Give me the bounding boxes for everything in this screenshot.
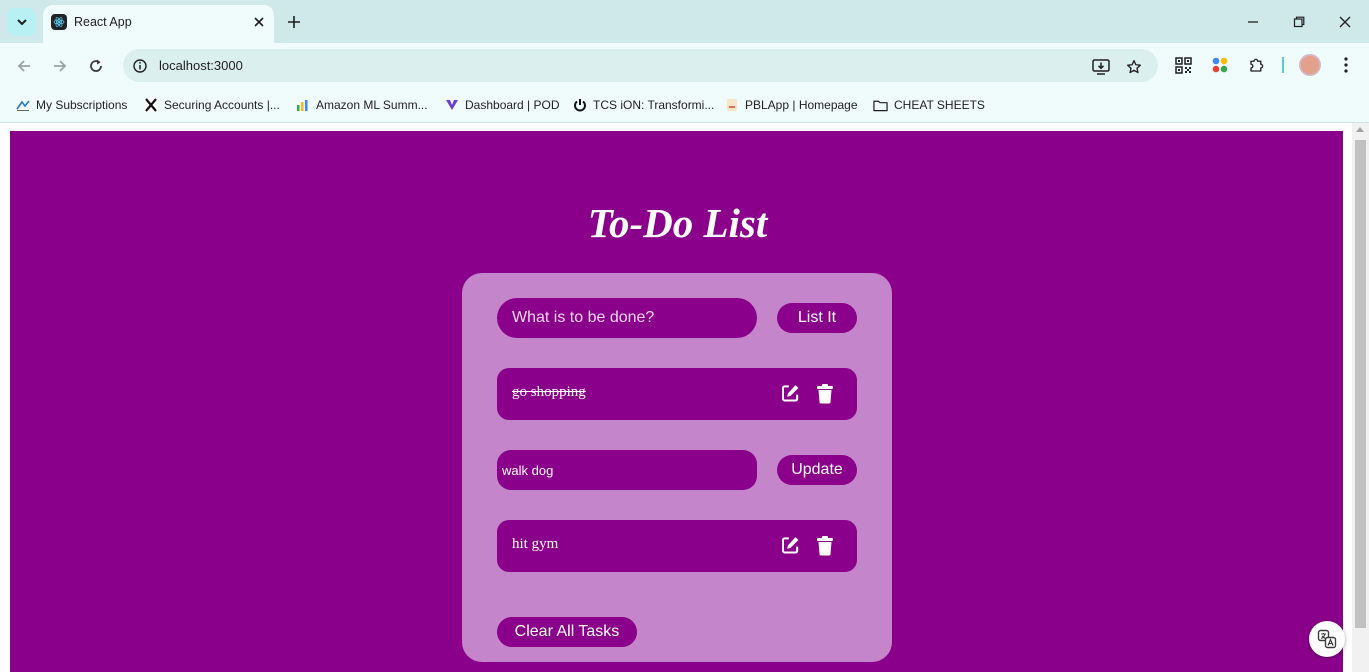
chevron-down-icon [16, 19, 27, 26]
power-icon [572, 98, 587, 113]
active-tab[interactable]: React App [43, 5, 274, 43]
bookmark-item[interactable]: Securing Accounts |... [143, 95, 280, 115]
toolbar-separator [1282, 57, 1284, 73]
address-bar[interactable]: localhost:3000 [123, 49, 1158, 82]
back-arrow-icon[interactable] [11, 53, 37, 79]
extension-dots-icon[interactable] [1209, 54, 1231, 76]
new-task-input[interactable] [497, 298, 757, 338]
tab-close-icon[interactable] [250, 13, 268, 31]
task-row: go shopping [497, 368, 857, 420]
bookmark-item[interactable]: PBLApp | Homepage [724, 95, 858, 115]
install-app-icon[interactable] [1090, 56, 1112, 78]
edit-task-input[interactable] [497, 450, 757, 490]
edit-icon[interactable] [779, 534, 801, 556]
tab-search-button[interactable] [7, 8, 36, 36]
extensions-puzzle-icon[interactable] [1246, 54, 1268, 76]
minimize-icon[interactable] [1242, 11, 1264, 33]
react-logo-icon [51, 14, 67, 30]
update-button[interactable]: Update [777, 455, 857, 485]
bookmark-item[interactable]: TCS iON: Transformi... [572, 95, 714, 115]
todo-card: List It go shopping Update hit gym [462, 273, 892, 662]
page-viewport: To-Do List List It go shopping Update hi… [0, 123, 1369, 672]
scrollbar-thumb[interactable] [1355, 140, 1366, 628]
more-menu-icon[interactable] [1335, 54, 1357, 76]
trash-icon[interactable] [814, 534, 836, 556]
bookmark-item[interactable]: Amazon ML Summ... [295, 95, 428, 115]
restore-icon[interactable] [1288, 11, 1310, 33]
task-text[interactable]: hit gym [512, 536, 558, 553]
close-window-icon[interactable] [1334, 11, 1356, 33]
bookmark-item[interactable]: CHEAT SHEETS [873, 95, 985, 115]
page-title: To-Do List [587, 200, 768, 246]
qr-code-icon[interactable] [1172, 54, 1194, 76]
bookmark-label: Dashboard | POD [465, 98, 560, 112]
page-scrollbar[interactable] [1352, 123, 1369, 672]
todo-app: To-Do List List It go shopping Update hi… [10, 131, 1343, 672]
translate-icon[interactable] [1309, 621, 1345, 657]
bar-chart-icon [295, 98, 310, 113]
task-row: hit gym [497, 520, 857, 572]
task-text[interactable]: go shopping [512, 384, 586, 401]
bookmark-label: PBLApp | Homepage [745, 98, 858, 112]
trash-icon[interactable] [814, 382, 836, 404]
tab-title: React App [74, 15, 132, 29]
list-it-button[interactable]: List It [777, 303, 857, 333]
bookmark-label: Amazon ML Summ... [316, 98, 428, 112]
subscriptions-icon [15, 98, 30, 113]
bookmark-label: TCS iON: Transformi... [593, 98, 715, 112]
bookmark-label: My Subscriptions [36, 98, 128, 112]
forward-arrow-icon[interactable] [47, 53, 73, 79]
browser-toolbar: localhost:3000 [0, 43, 1369, 88]
tab-strip: React App [0, 0, 1369, 43]
site-info-icon[interactable] [131, 57, 149, 75]
pbl-logo-icon [724, 98, 739, 113]
scroll-up-arrow-icon[interactable] [1356, 127, 1364, 132]
bookmark-item[interactable]: Dashboard | POD [444, 95, 560, 115]
x-logo-icon [143, 98, 158, 113]
folder-icon [873, 98, 888, 113]
edit-icon[interactable] [779, 382, 801, 404]
bookmark-label: CHEAT SHEETS [894, 98, 985, 112]
profile-avatar[interactable] [1299, 54, 1321, 76]
url-text[interactable]: localhost:3000 [159, 58, 243, 73]
new-tab-plus-icon[interactable] [283, 11, 305, 33]
bookmark-label: Securing Accounts |... [164, 98, 280, 112]
bookmark-star-icon[interactable] [1123, 56, 1145, 78]
bookmark-item[interactable]: My Subscriptions [15, 95, 127, 115]
pod-logo-icon [444, 98, 459, 113]
clear-all-tasks-button[interactable]: Clear All Tasks [497, 617, 637, 647]
reload-icon[interactable] [83, 53, 109, 79]
bookmarks-bar: My Subscriptions Securing Accounts |... … [0, 88, 1369, 123]
